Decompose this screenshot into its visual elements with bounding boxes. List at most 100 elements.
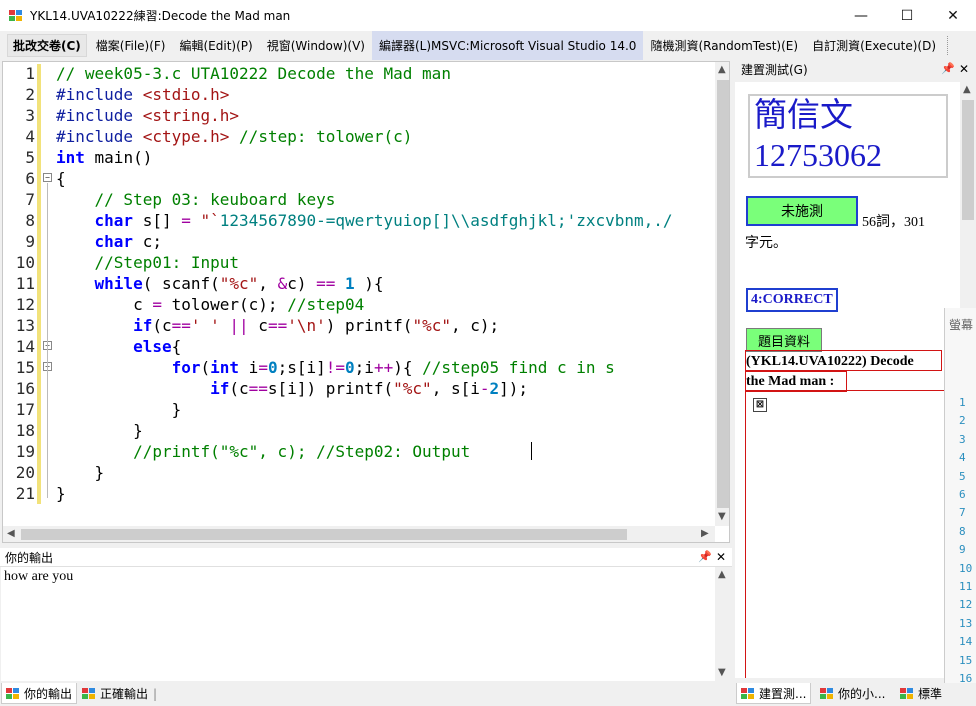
line-number: 19 bbox=[15, 442, 35, 461]
output-text: how are you bbox=[4, 569, 74, 584]
scroll-right-icon[interactable]: ▶ bbox=[701, 528, 709, 539]
tab-build-test[interactable]: 建置測... bbox=[736, 683, 812, 704]
code-line[interactable]: while( scanf("%c", &c) == 1 ){ bbox=[56, 273, 384, 294]
line-number: 9 bbox=[25, 232, 35, 251]
line-number: 2 bbox=[25, 85, 35, 104]
close-button[interactable]: ✕ bbox=[930, 0, 976, 31]
code-line[interactable]: } bbox=[56, 420, 143, 441]
code-line[interactable]: #include <stdio.h> bbox=[56, 84, 229, 105]
tab-standard[interactable]: 標準 bbox=[896, 683, 946, 704]
code-editor[interactable]: 123456789101112131415161718192021 −−− //… bbox=[2, 61, 730, 543]
editor-hscroll-thumb[interactable] bbox=[21, 529, 627, 540]
result-badge: 4:CORRECT bbox=[746, 288, 838, 312]
editor-vertical-scrollbar[interactable]: ▲ ▼ bbox=[715, 62, 729, 526]
menu-bar: 批改交卷(C) 檔案(File)(F) 編輯(Edit)(P) 視窗(Windo… bbox=[0, 31, 976, 60]
code-line[interactable]: } bbox=[56, 483, 66, 504]
question-title-line-2: the Mad man : bbox=[746, 374, 835, 389]
content-border bbox=[745, 392, 746, 678]
code-area[interactable]: // week05-3.c UTA10222 Decode the Mad ma… bbox=[56, 62, 716, 509]
line-number: 14 bbox=[15, 337, 35, 356]
code-line[interactable]: if(c==s[i]) printf("%c", s[i-2]); bbox=[56, 378, 528, 399]
output-panel-header: 你的輸出 📌 ✕ bbox=[0, 548, 732, 567]
bottom-tab-strip: 你的輸出 正確輸出 | 建置測... 你的小... 標準 bbox=[0, 683, 976, 706]
code-line[interactable]: { bbox=[56, 168, 66, 189]
app-icon bbox=[741, 687, 754, 699]
line-number: 15 bbox=[15, 358, 35, 377]
panel-close-button[interactable]: ✕ bbox=[959, 62, 969, 76]
app-icon bbox=[6, 687, 19, 699]
question-data-button[interactable]: 題目資料 bbox=[746, 328, 822, 352]
pin-icon[interactable]: 📌 bbox=[941, 62, 955, 75]
tab-label: 你的輸出 bbox=[24, 686, 73, 701]
menu-overflow-grip[interactable] bbox=[947, 36, 950, 55]
code-line[interactable]: for(int i=0;s[i]!=0;i++){ //step05 find … bbox=[56, 357, 615, 378]
code-line[interactable]: } bbox=[56, 399, 182, 420]
line-number: 16 bbox=[15, 379, 35, 398]
code-line[interactable]: //Step01: Input bbox=[56, 252, 240, 273]
code-line[interactable]: c = tolower(c); //step04 bbox=[56, 294, 364, 315]
line-number: 3 bbox=[25, 106, 35, 125]
menu-window[interactable]: 視窗(Window)(V) bbox=[260, 31, 372, 60]
tab-your-output[interactable]: 你的輸出 bbox=[1, 683, 78, 704]
broken-image-icon: ⊠ bbox=[753, 398, 767, 412]
output-vertical-scrollbar[interactable]: ▲ ▼ bbox=[715, 567, 731, 681]
fold-guide bbox=[47, 372, 48, 435]
code-line[interactable]: //printf("%c", c); //Step02: Output bbox=[56, 441, 470, 462]
tab-your-mini[interactable]: 你的小... bbox=[816, 683, 889, 704]
scroll-up-icon[interactable]: ▲ bbox=[963, 84, 971, 95]
panel-vscroll-thumb[interactable] bbox=[962, 100, 974, 220]
scroll-up-icon[interactable]: ▲ bbox=[718, 64, 726, 75]
scroll-down-icon[interactable]: ▼ bbox=[718, 667, 726, 678]
scroll-down-icon[interactable]: ▼ bbox=[718, 511, 726, 522]
editor-vscroll-thumb[interactable] bbox=[717, 80, 729, 508]
menu-random-test[interactable]: 隨機測資(RandomTest)(E) bbox=[643, 31, 805, 60]
app-icon bbox=[820, 688, 833, 699]
code-line[interactable]: #include <ctype.h> //step: tolower(c) bbox=[56, 126, 412, 147]
menu-compiler[interactable]: 編譯器(L)MSVC:Microsoft Visual Studio 14.0 bbox=[371, 31, 644, 60]
code-line[interactable]: if(c==' ' || c=='\n') printf("%c", c); bbox=[56, 315, 499, 336]
line-number: 18 bbox=[15, 421, 35, 440]
content-divider bbox=[745, 390, 960, 391]
code-line[interactable]: #include <string.h> bbox=[56, 105, 239, 126]
minimize-button[interactable]: — bbox=[838, 0, 884, 31]
code-line[interactable]: else{ bbox=[56, 336, 181, 357]
app-icon bbox=[9, 9, 23, 22]
code-line[interactable]: char s[] = "`1234567890-=qwertyuiop[]\\a… bbox=[56, 210, 673, 231]
background-window[interactable]: 螢幕 1 2 3 4 5 6 7 8 9 10 11 12 13 14 15 1… bbox=[944, 308, 976, 683]
line-number: 8 bbox=[25, 211, 35, 230]
build-test-panel: 建置測試(G) 📌 ✕ 簡信文 12753062 56詞，301 字元。 未施測… bbox=[735, 60, 976, 683]
line-number: 17 bbox=[15, 400, 35, 419]
editor-horizontal-scrollbar[interactable]: ◀ ▶ bbox=[3, 526, 715, 542]
scroll-left-icon[interactable]: ◀ bbox=[7, 528, 15, 539]
output-panel[interactable]: how are you ▲ ▼ bbox=[1, 567, 731, 681]
code-line[interactable]: // week05-3.c UTA10222 Decode the Mad ma… bbox=[56, 63, 451, 84]
test-status-button[interactable]: 未施測 bbox=[746, 196, 858, 226]
menu-edit[interactable]: 編輯(Edit)(P) bbox=[173, 31, 260, 60]
question-title-line-1: (YKL14.UVA10222) Decode bbox=[746, 354, 914, 369]
menu-file[interactable]: 檔案(File)(F) bbox=[89, 31, 173, 60]
line-number: 7 bbox=[25, 190, 35, 209]
menu-submit[interactable]: 批改交卷(C) bbox=[7, 34, 87, 57]
tab-correct-output[interactable]: 正確輸出 | bbox=[78, 683, 161, 704]
code-line[interactable]: int main() bbox=[56, 147, 152, 168]
code-line[interactable]: // Step 03: keuboard keys bbox=[56, 189, 336, 210]
output-panel-title: 你的輸出 bbox=[5, 550, 54, 565]
tab-label: 你的小... bbox=[838, 687, 886, 701]
app-window: YKL14.UVA10222練習:Decode the Mad man — ☐ … bbox=[0, 0, 976, 706]
fold-toggle-icon[interactable]: − bbox=[43, 173, 52, 182]
line-number: 20 bbox=[15, 463, 35, 482]
fold-margin: −−− bbox=[41, 62, 55, 509]
build-test-header: 建置測試(G) 📌 ✕ bbox=[735, 60, 976, 79]
student-id: 12753062 bbox=[754, 137, 882, 173]
code-line[interactable]: } bbox=[56, 462, 105, 483]
window-title: YKL14.UVA10222練習:Decode the Mad man bbox=[30, 9, 291, 23]
output-close-button[interactable]: ✕ bbox=[716, 550, 726, 564]
scroll-up-icon[interactable]: ▲ bbox=[718, 569, 726, 580]
maximize-button[interactable]: ☐ bbox=[884, 0, 930, 31]
pin-icon[interactable]: 📌 bbox=[698, 550, 712, 563]
build-test-title: 建置測試(G) bbox=[741, 63, 808, 77]
code-line[interactable]: char c; bbox=[56, 231, 162, 252]
line-number: 1 bbox=[25, 64, 35, 83]
line-number: 4 bbox=[25, 127, 35, 146]
menu-custom-test[interactable]: 自訂測資(Execute)(D) bbox=[805, 31, 943, 60]
